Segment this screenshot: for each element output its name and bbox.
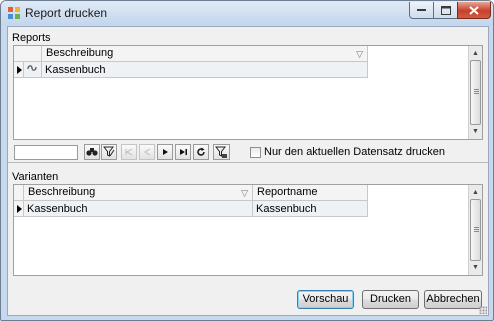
scroll-down-arrow-icon[interactable]: ▼ [469, 261, 482, 274]
row-pointer-icon [14, 201, 24, 217]
reports-header-corner [14, 46, 42, 61]
search-input[interactable] [14, 145, 78, 160]
filter-edit-icon [103, 146, 115, 157]
filter-indicator-icon[interactable]: ▽ [241, 186, 248, 200]
last-record-icon [180, 149, 187, 155]
column-header-label: Beschreibung [28, 186, 96, 198]
prev-record-button[interactable] [139, 144, 155, 160]
print-button[interactable]: Drucken [362, 290, 419, 309]
scrollbar-thumb[interactable] [470, 199, 481, 261]
reports-scrollbar[interactable]: ▲ ▼ [468, 46, 482, 139]
filter-edit-button[interactable] [101, 144, 117, 160]
variant-reportname-cell[interactable]: Kassenbuch [253, 201, 368, 217]
variants-column-header-reportname[interactable]: Reportname [253, 185, 368, 200]
column-header-label: Beschreibung [46, 47, 114, 59]
variants-grid-header: Beschreibung ▽ Reportname [14, 185, 368, 201]
report-app-icon [8, 7, 20, 19]
cancel-button[interactable]: Abbrechen [424, 290, 482, 309]
last-record-button[interactable] [175, 144, 191, 160]
row-pointer-icon [14, 62, 24, 78]
variants-header-corner [14, 185, 24, 200]
section-separator [8, 162, 488, 163]
dialog-client-area: Reports Beschreibung ▽ Kassenbuch ▲ ▼ Nu… [7, 26, 489, 316]
filter-apply-button[interactable] [213, 144, 230, 160]
prev-record-icon [144, 148, 151, 156]
resize-grip-icon[interactable] [479, 306, 487, 314]
current-record-only-label[interactable]: Nur den aktuellen Datensatz drucken [264, 146, 445, 158]
first-record-icon [125, 148, 133, 156]
scroll-up-arrow-icon[interactable]: ▲ [469, 186, 482, 199]
reports-grid-header: Beschreibung ▽ [14, 46, 368, 62]
scroll-down-arrow-icon[interactable]: ▼ [469, 125, 482, 138]
first-record-button[interactable] [121, 144, 137, 160]
reports-group-label: Reports [12, 32, 51, 44]
variants-grid[interactable]: Beschreibung ▽ Reportname Kassenbuch Kas… [13, 184, 483, 276]
maximize-button[interactable] [433, 2, 458, 19]
close-icon [469, 5, 479, 15]
report-link-icon [24, 62, 42, 78]
variant-description-cell[interactable]: Kassenbuch [24, 201, 253, 217]
refresh-icon [197, 147, 205, 156]
minimize-icon [417, 9, 426, 11]
scroll-up-arrow-icon[interactable]: ▲ [469, 47, 482, 60]
scrollbar-thumb[interactable] [470, 60, 481, 125]
title-bar[interactable]: Report drucken [1, 1, 493, 25]
next-record-button[interactable] [157, 144, 173, 160]
close-button[interactable] [457, 2, 491, 19]
current-record-only-checkbox[interactable] [250, 147, 261, 158]
reports-grid[interactable]: Beschreibung ▽ Kassenbuch ▲ ▼ [13, 45, 483, 140]
filter-apply-icon [215, 146, 227, 158]
maximize-icon [440, 5, 451, 15]
column-header-label: Reportname [257, 186, 318, 198]
window-title: Report drucken [25, 6, 108, 20]
binoculars-icon [86, 148, 98, 156]
filter-indicator-icon[interactable]: ▽ [356, 47, 363, 61]
variants-scrollbar[interactable]: ▲ ▼ [468, 185, 482, 275]
report-dialog-window: Report drucken Reports Beschreibung ▽ Ka… [0, 0, 494, 321]
preview-button[interactable]: Vorschau [297, 290, 354, 309]
report-name-cell[interactable]: Kassenbuch [42, 62, 368, 78]
variants-column-header-beschreibung[interactable]: Beschreibung ▽ [24, 185, 253, 200]
search-button[interactable] [84, 144, 100, 160]
reports-column-header-beschreibung[interactable]: Beschreibung ▽ [42, 46, 368, 61]
minimize-button[interactable] [409, 2, 434, 19]
next-record-icon [163, 149, 168, 155]
variants-group-label: Varianten [12, 171, 59, 183]
refresh-button[interactable] [193, 144, 209, 160]
